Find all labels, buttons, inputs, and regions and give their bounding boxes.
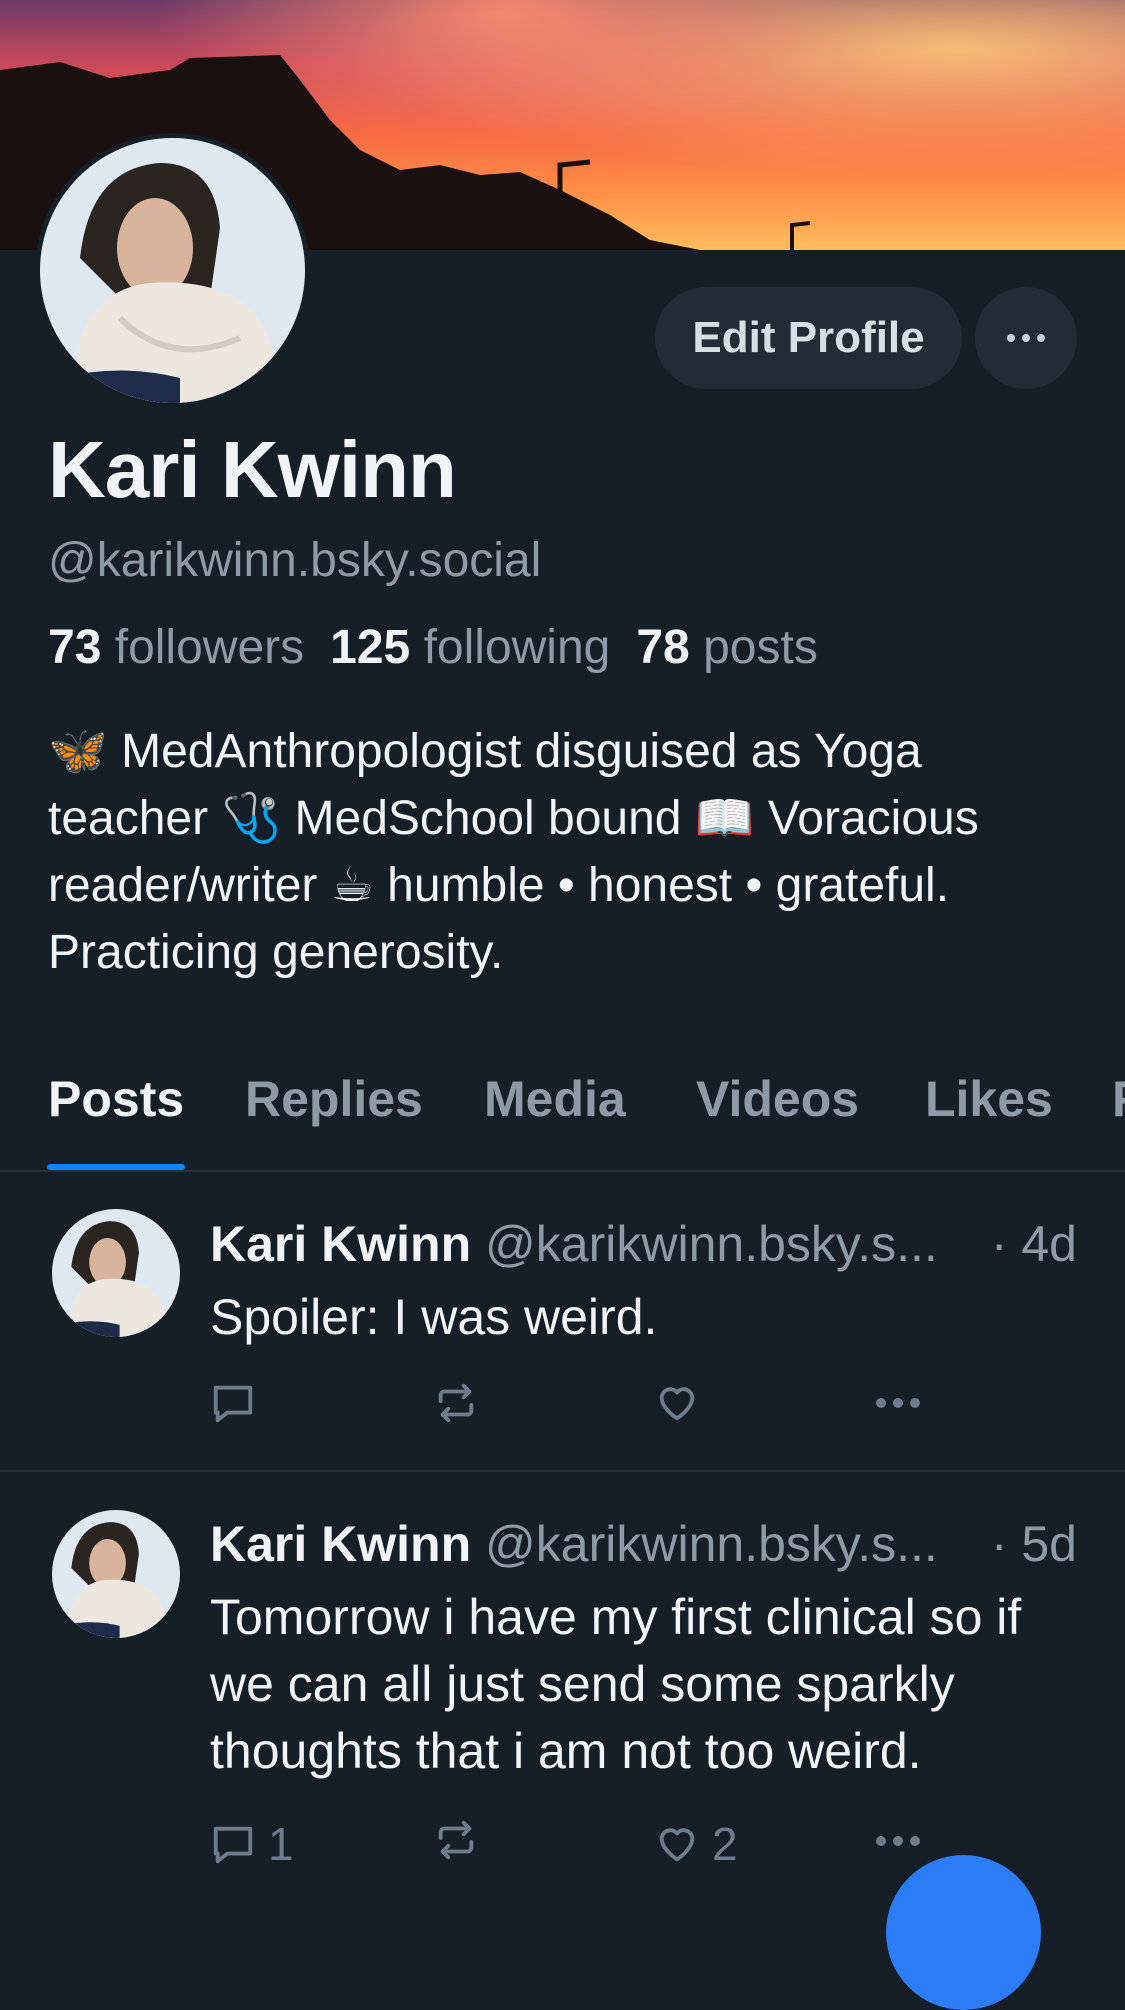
more-icon (1007, 334, 1045, 342)
post-more-button[interactable] (876, 1836, 920, 1846)
profile-handle: @karikwinn.bsky.social (48, 534, 542, 587)
posts-stat: 78 posts (636, 621, 817, 674)
repost-icon (438, 1383, 474, 1423)
profile-avatar[interactable] (35, 133, 310, 408)
reply-button[interactable]: 1 (210, 1817, 294, 1871)
posts-count: 78 (636, 621, 690, 674)
followers-label: followers (114, 621, 305, 674)
reply-button[interactable] (210, 1380, 268, 1426)
profile-display-name: Kari Kwinn (48, 425, 457, 514)
post-more-icon (876, 1398, 920, 1408)
post-avatar-photo (52, 1209, 180, 1337)
post-text: Spoiler: I was weird. (210, 1289, 658, 1345)
post-author-name[interactable]: Kari Kwinn (210, 1216, 471, 1272)
tab-media[interactable]: Media (484, 1070, 626, 1128)
followers-count: 73 (48, 621, 102, 674)
avatar-photo (40, 138, 305, 403)
post-author-handle[interactable]: @karikwinn.bsky.s... (485, 1516, 938, 1572)
like-button[interactable] (654, 1380, 712, 1426)
posts-label: posts (703, 621, 818, 674)
like-count: 2 (712, 1818, 738, 1870)
post-header: Kari Kwinn @karikwinn.bsky.s... (210, 1215, 938, 1273)
post-timestamp[interactable]: · 4d (991, 1215, 1077, 1273)
like-button[interactable]: 2 (654, 1817, 738, 1871)
profile-stats: 73 followers 125 following 78 posts (48, 620, 818, 675)
compose-button[interactable] (886, 1855, 1041, 2010)
tab-feeds[interactable]: F (1112, 1070, 1125, 1128)
tab-posts[interactable]: Posts (48, 1070, 184, 1128)
profile-more-button[interactable] (975, 287, 1077, 389)
post-author-handle[interactable]: @karikwinn.bsky.s... (485, 1216, 938, 1272)
like-icon (659, 1828, 695, 1862)
following-link[interactable]: 125 following (330, 621, 610, 674)
following-label: following (423, 621, 611, 674)
reply-icon (213, 1826, 253, 1864)
reply-icon (213, 1385, 253, 1423)
post-more-icon (876, 1836, 920, 1846)
tab-replies[interactable]: Replies (245, 1070, 423, 1128)
tab-videos[interactable]: Videos (696, 1070, 859, 1128)
repost-button[interactable] (433, 1380, 479, 1426)
profile-tabs: Posts Replies Media Videos Likes F (0, 1050, 1125, 1172)
following-count: 125 (330, 621, 411, 674)
profile-bio: 🦋 MedAnthropologist disguised as Yoga te… (48, 725, 979, 979)
post-text: Tomorrow i have my first clinical so if … (210, 1589, 1022, 1779)
repost-icon (438, 1820, 474, 1860)
post-author-avatar[interactable] (52, 1510, 180, 1638)
post-item[interactable]: Kari Kwinn @karikwinn.bsky.s... · 5d Tom… (0, 1472, 1125, 1892)
repost-button[interactable] (433, 1817, 479, 1863)
active-tab-indicator (47, 1164, 185, 1170)
post-avatar-photo (52, 1510, 180, 1638)
tab-likes[interactable]: Likes (925, 1070, 1053, 1128)
post-author-avatar[interactable] (52, 1209, 180, 1337)
post-author-name[interactable]: Kari Kwinn (210, 1516, 471, 1572)
post-item[interactable]: Kari Kwinn @karikwinn.bsky.s... · 4d Spo… (0, 1172, 1125, 1472)
followers-link[interactable]: 73 followers (48, 621, 304, 674)
reply-count: 1 (268, 1818, 294, 1870)
post-header: Kari Kwinn @karikwinn.bsky.s... (210, 1515, 938, 1573)
post-timestamp[interactable]: · 5d (991, 1515, 1077, 1573)
post-more-button[interactable] (876, 1398, 920, 1408)
like-icon (659, 1387, 695, 1421)
edit-profile-button[interactable]: Edit Profile (655, 287, 962, 389)
